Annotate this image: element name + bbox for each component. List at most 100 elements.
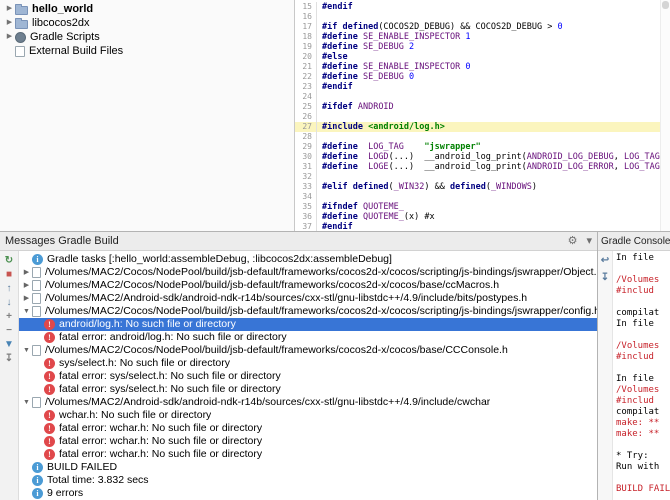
code-line-24[interactable]: 24	[295, 92, 670, 102]
code-text: #include <android/log.h>	[322, 122, 445, 132]
build-message-row[interactable]: ▼ /Volumes/MAC2/Android-sdk/android-ndk-r…	[19, 396, 597, 409]
previous-message-icon[interactable]: ↑	[1, 282, 17, 295]
expander-icon[interactable]: ▼	[21, 305, 32, 318]
code-line-27[interactable]: 27 #include <android/log.h>	[295, 122, 670, 132]
build-message-row[interactable]: ▶ /Volumes/MAC2/Cocos/NodePool/build/jsb-…	[19, 266, 597, 279]
line-number[interactable]: 15	[295, 2, 317, 12]
editor-scrollbar-thumb[interactable]	[662, 1, 669, 9]
build-message-row[interactable]: ! fatal error: wchar.h: No such file or d…	[19, 435, 597, 448]
stop-icon[interactable]: ■	[1, 268, 17, 281]
line-number[interactable]: 20	[295, 52, 317, 62]
code-line-34[interactable]: 34	[295, 192, 670, 202]
collapse-all-icon[interactable]: −	[1, 324, 17, 337]
line-number[interactable]: 30	[295, 152, 317, 162]
code-line-17[interactable]: 17 #if defined(COCOS2D_DEBUG) && COCOS2D_…	[295, 22, 670, 32]
rerun-icon[interactable]: ↻	[1, 254, 17, 267]
line-number[interactable]: 21	[295, 62, 317, 72]
line-number[interactable]: 37	[295, 222, 317, 231]
code-editor[interactable]: 15 #endif 16 17 #if defined(COCOS2D_DEBUG) &…	[295, 0, 670, 231]
expander-icon[interactable]: ▶	[4, 2, 15, 16]
build-message-row[interactable]: ! fatal error: wchar.h: No such file or d…	[19, 448, 597, 461]
line-number[interactable]: 29	[295, 142, 317, 152]
code-line-32[interactable]: 32	[295, 172, 670, 182]
code-line-26[interactable]: 26	[295, 112, 670, 122]
code-line-21[interactable]: 21 #define SE_ENABLE_INSPECTOR 0	[295, 62, 670, 72]
line-number[interactable]: 36	[295, 212, 317, 222]
build-message-row[interactable]: i Gradle tasks [:hello_world:assembleDebu…	[19, 253, 597, 266]
line-number[interactable]: 27	[295, 122, 317, 132]
build-message-row[interactable]: ! android/log.h: No such file or director…	[19, 318, 597, 331]
gear-icon[interactable]: ⚙	[568, 232, 578, 250]
hide-warnings-icon[interactable]: ▼	[1, 338, 17, 351]
build-message-row[interactable]: ▶ /Volumes/MAC2/Cocos/NodePool/build/jsb-…	[19, 279, 597, 292]
project-tree-item-hello-world[interactable]: ▶ hello_world	[0, 2, 294, 16]
line-number[interactable]: 34	[295, 192, 317, 202]
build-message-row[interactable]: ▼ /Volumes/MAC2/Cocos/NodePool/build/jsb-…	[19, 305, 597, 318]
build-message-row[interactable]: i Total time: 3.832 secs	[19, 474, 597, 487]
expander-icon[interactable]: ▶	[21, 292, 32, 305]
line-number[interactable]: 25	[295, 102, 317, 112]
expander-icon[interactable]: ▶	[21, 266, 32, 279]
code-line-29[interactable]: 29 #define LOG_TAG "jswrapper"	[295, 142, 670, 152]
next-message-icon[interactable]: ↓	[1, 296, 17, 309]
build-message-text: android/log.h: No such file or directory	[59, 318, 236, 330]
line-number[interactable]: 28	[295, 132, 317, 142]
expander-icon[interactable]: ▶	[4, 16, 15, 30]
code-line-37[interactable]: 37 #endif	[295, 222, 670, 231]
line-number[interactable]: 17	[295, 22, 317, 32]
code-line-36[interactable]: 36 #define QUOTEME_(x) #x	[295, 212, 670, 222]
line-number[interactable]: 33	[295, 182, 317, 192]
line-number[interactable]: 26	[295, 112, 317, 122]
build-messages-tree: i Gradle tasks [:hello_world:assembleDebu…	[19, 251, 597, 500]
line-number[interactable]: 18	[295, 32, 317, 42]
code-line-23[interactable]: 23 #endif	[295, 82, 670, 92]
project-tree-item-libcocos2dx[interactable]: ▶ libcocos2dx	[0, 16, 294, 30]
error-icon: !	[44, 410, 55, 421]
code-line-31[interactable]: 31 #define LOGE(...) __android_log_print(…	[295, 162, 670, 172]
project-tree-item-external-build-files[interactable]: External Build Files	[0, 44, 294, 58]
line-number[interactable]: 32	[295, 172, 317, 182]
code-line-25[interactable]: 25 #ifdef ANDROID	[295, 102, 670, 112]
line-number[interactable]: 16	[295, 12, 317, 22]
build-message-row[interactable]: i BUILD FAILED	[19, 461, 597, 474]
build-message-row[interactable]: ▶ /Volumes/MAC2/Android-sdk/android-ndk-r…	[19, 292, 597, 305]
build-message-row[interactable]: ! wchar.h: No such file or directory	[19, 409, 597, 422]
line-number[interactable]: 19	[295, 42, 317, 52]
code-line-15[interactable]: 15 #endif	[295, 2, 670, 12]
code-line-20[interactable]: 20 #else	[295, 52, 670, 62]
hide-panel-icon[interactable]: ▾	[586, 232, 592, 250]
code-line-16[interactable]: 16	[295, 12, 670, 22]
code-line-30[interactable]: 30 #define LOGD(...) __android_log_print(…	[295, 152, 670, 162]
code-line-28[interactable]: 28	[295, 132, 670, 142]
expander-icon[interactable]: ▼	[21, 344, 32, 357]
export-icon[interactable]: ↧	[1, 352, 17, 365]
line-number[interactable]: 31	[295, 162, 317, 172]
code-line-18[interactable]: 18 #define SE_ENABLE_INSPECTOR 1	[295, 32, 670, 42]
line-number[interactable]: 22	[295, 72, 317, 82]
line-number[interactable]: 24	[295, 92, 317, 102]
expander-icon[interactable]: ▶	[21, 279, 32, 292]
code-line-22[interactable]: 22 #define SE_DEBUG 0	[295, 72, 670, 82]
expand-all-icon[interactable]: +	[1, 310, 17, 323]
line-number[interactable]: 23	[295, 82, 317, 92]
build-message-row[interactable]: ▼ /Volumes/MAC2/Cocos/NodePool/build/jsb-…	[19, 344, 597, 357]
build-message-row[interactable]: ! fatal error: wchar.h: No such file or d…	[19, 422, 597, 435]
soft-wrap-icon[interactable]: ↩	[598, 254, 613, 267]
build-message-row[interactable]: ! sys/select.h: No such file or directory	[19, 357, 597, 370]
scroll-to-end-icon[interactable]: ↧	[598, 271, 613, 284]
line-number[interactable]: 35	[295, 202, 317, 212]
build-message-row[interactable]: ! fatal error: sys/select.h: No such file…	[19, 383, 597, 396]
expander-icon[interactable]: ▼	[21, 396, 32, 409]
expander-icon[interactable]: ▶	[4, 30, 15, 44]
build-message-text: fatal error: android/log.h: No such file…	[59, 331, 287, 343]
code-line-19[interactable]: 19 #define SE_DEBUG 2	[295, 42, 670, 52]
gradle-console-output: In file /Volumes #includ compilat In file …	[613, 251, 670, 500]
build-message-row[interactable]: ! fatal error: android/log.h: No such fil…	[19, 331, 597, 344]
build-message-row[interactable]: i 9 errors	[19, 487, 597, 500]
code-line-35[interactable]: 35 #ifndef QUOTEME_	[295, 202, 670, 212]
project-tree-item-gradle-scripts[interactable]: ▶ Gradle Scripts	[0, 30, 294, 44]
code-line-33[interactable]: 33 #elif defined(_WIN32) && defined(_WIND…	[295, 182, 670, 192]
editor-scrollbar[interactable]	[660, 0, 670, 231]
build-message-row[interactable]: ! fatal error: sys/select.h: No such file…	[19, 370, 597, 383]
file-icon	[32, 267, 41, 278]
